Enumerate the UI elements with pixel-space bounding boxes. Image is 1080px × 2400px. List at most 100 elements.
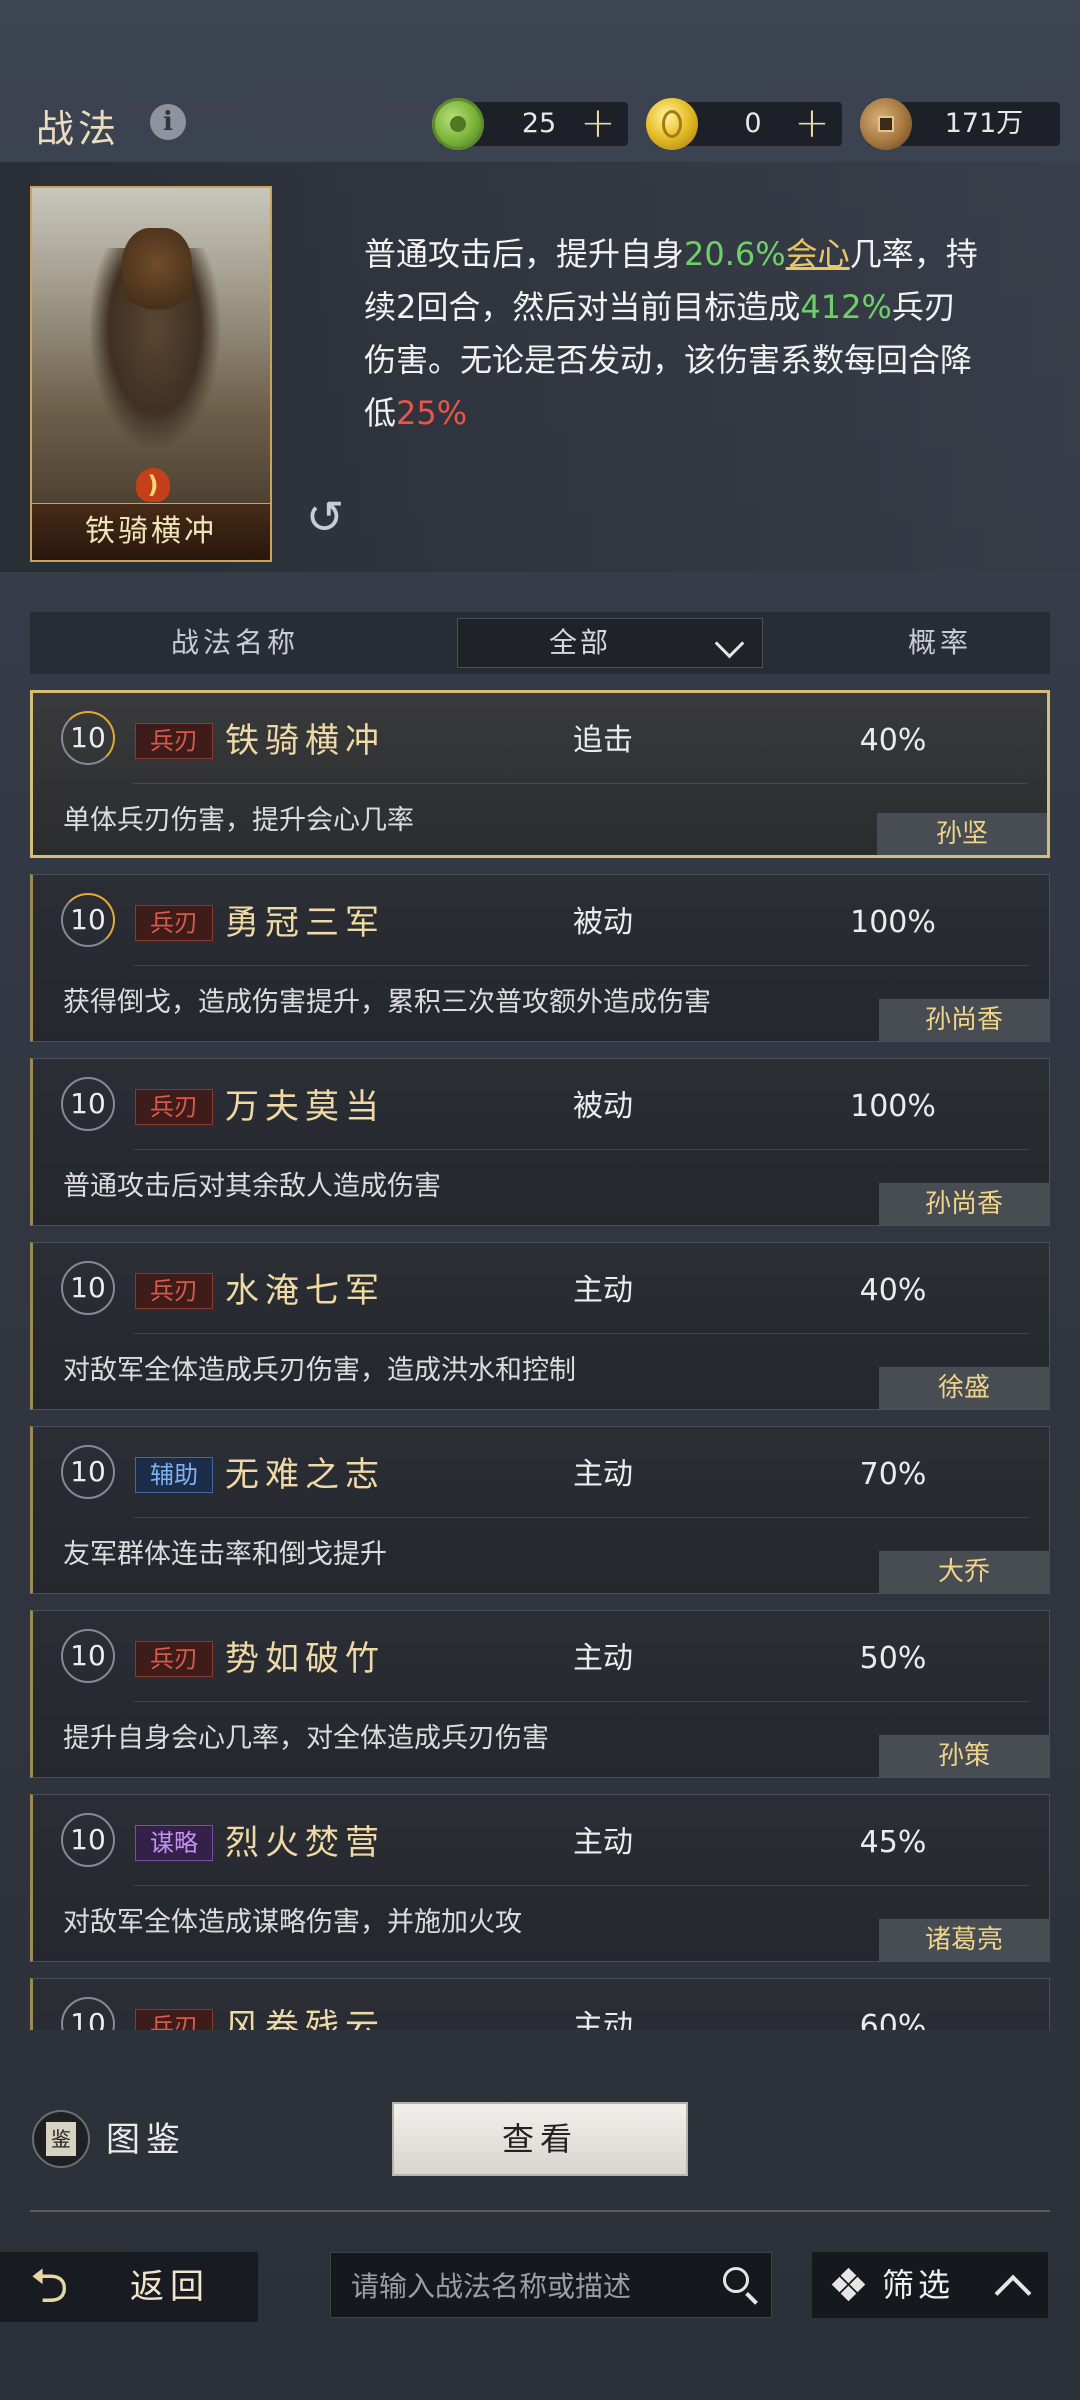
skill-probability: 100% [850,905,936,940]
skill-row[interactable]: 10 谋略 烈火焚营 主动 45% 对敌军全体造成谋略伤害，并施加火攻 诸葛亮 [30,1794,1050,1962]
skill-row[interactable]: 10 兵刃 勇冠三军 被动 100% 获得倒戈，造成伤害提升，累积三次普攻额外造… [30,874,1050,1042]
bottom-divider [30,2210,1050,2212]
gold-resource: 0 + [646,98,842,150]
list-header: 战法名称 全部 概率 [30,612,1050,674]
skill-name: 烈火焚营 [225,1823,385,1863]
type-tag: 兵刃 [135,2009,213,2030]
type-tag: 兵刃 [135,1641,213,1677]
back-arrow-icon: ⮌ [30,2258,69,2314]
level-badge: 10 [61,1813,115,1867]
skill-name: 风卷残云 [225,2007,385,2030]
gold-add-button[interactable]: + [790,102,834,144]
skill-probability: 50% [859,1641,927,1676]
filter-label: 筛选 [882,2266,955,2304]
skill-kind: 主动 [573,2009,633,2030]
skill-probability: 60% [859,2009,927,2030]
level-badge: 10 [61,1445,115,1499]
skill-name: 势如破竹 [225,1639,385,1679]
skill-probability: 100% [850,1089,936,1124]
skill-probability: 45% [859,1825,927,1860]
skill-kind: 追击 [573,723,633,758]
hero-tag: 孙坚 [877,813,1047,855]
skill-row[interactable]: 10 兵刃 铁骑横冲 追击 40% 单体兵刃伤害，提升会心几率 孙坚 [30,690,1050,858]
skill-row[interactable]: 10 辅助 无难之志 主动 70% 友军群体连击率和倒戈提升 大乔 [30,1426,1050,1594]
copper-count: 171万 [944,108,1024,139]
jade-coin-icon [432,98,484,150]
skill-list[interactable]: 10 兵刃 铁骑横冲 追击 40% 单体兵刃伤害，提升会心几率 孙坚 10 兵刃… [30,690,1050,2030]
skill-summary: 对敌军全体造成兵刃伤害，造成洪水和控制 [63,1355,576,1386]
skill-kind: 被动 [573,1089,633,1124]
search-bar[interactable] [330,2252,772,2319]
row-divider [133,1517,1029,1518]
skill-description: 普通攻击后，提升自身20.6%会心几率，持续2回合，然后对当前目标造成412%兵… [364,235,978,432]
skill-summary: 提升自身会心几率，对全体造成兵刃伤害 [63,1723,549,1754]
skill-kind: 主动 [573,1273,633,1308]
skill-summary: 友军群体连击率和倒戈提升 [63,1539,387,1570]
skill-kind: 主动 [573,1457,633,1492]
hero-tag: 孙策 [879,1735,1049,1777]
album-label[interactable]: 图鉴 [106,2116,186,2164]
skill-kind: 主动 [573,1825,633,1860]
rotate-icon[interactable]: ↺ [300,492,350,542]
level-badge: 10 [61,1261,115,1315]
skill-probability: 40% [859,1273,927,1308]
type-tag: 兵刃 [135,905,213,941]
info-icon[interactable]: i [150,104,186,140]
type-tag: 谋略 [135,1825,213,1861]
gold-count: 0 [744,108,762,139]
skill-name: 无难之志 [225,1455,385,1495]
skill-kind: 主动 [573,1641,633,1676]
jade-add-button[interactable]: + [576,102,620,144]
level-badge: 10 [61,1997,115,2030]
hero-tag: 大乔 [879,1551,1049,1593]
hero-tag: 诸葛亮 [879,1919,1049,1961]
skill-probability: 40% [859,723,927,758]
type-tag: 兵刃 [135,1273,213,1309]
filter-diamond-icon [831,2267,866,2302]
level-badge: 10 [61,711,115,765]
skill-name: 铁骑横冲 [225,721,385,761]
chevron-down-icon [714,628,745,659]
level-badge: 10 [61,1629,115,1683]
skill-row[interactable]: 10 兵刃 风卷残云 主动 60% [30,1978,1050,2030]
back-button[interactable]: ⮌ 返回 [0,2252,258,2322]
level-badge: 10 [61,1077,115,1131]
jade-resource: 25 + [432,98,628,150]
back-label: 返回 [130,2267,210,2307]
col-skill-name: 战法名称 [170,626,299,659]
view-button[interactable]: 查看 [392,2102,688,2176]
row-divider [133,1885,1029,1886]
type-tag: 辅助 [135,1457,213,1493]
skill-probability: 70% [859,1457,927,1492]
col-probability: 概率 [907,626,972,659]
skill-summary: 普通攻击后对其余敌人造成伤害 [63,1171,441,1202]
card-emblem-icon: ) [136,468,170,502]
filter-button[interactable]: 筛选 [812,2252,1048,2318]
search-icon[interactable] [723,2267,749,2293]
hero-tag: 孙尚香 [879,999,1049,1041]
skill-summary: 获得倒戈，造成伤害提升，累积三次普攻额外造成伤害 [63,987,711,1018]
skill-row[interactable]: 10 兵刃 势如破竹 主动 50% 提升自身会心几率，对全体造成兵刃伤害 孙策 [30,1610,1050,1778]
skill-summary: 单体兵刃伤害，提升会心几率 [63,805,414,836]
copper-coin-icon [860,98,912,150]
row-divider [133,783,1027,784]
skill-name: 万夫莫当 [225,1087,385,1127]
search-input[interactable] [349,2253,703,2319]
hero-tag: 孙尚香 [879,1183,1049,1225]
type-tag: 兵刃 [135,1089,213,1125]
skill-row[interactable]: 10 兵刃 水淹七军 主动 40% 对敌军全体造成兵刃伤害，造成洪水和控制 徐盛 [30,1242,1050,1410]
row-divider [133,965,1029,966]
copper-resource: 171万 [860,98,1060,150]
page-title: 战法 [36,107,121,151]
row-divider [133,1701,1029,1702]
gold-coin-icon [646,98,698,150]
skill-card[interactable]: ) 铁骑横冲 [30,186,272,562]
album-icon[interactable]: 鉴 [32,2110,90,2168]
level-badge: 10 [61,893,115,947]
type-filter-dropdown[interactable]: 全部 [457,618,763,668]
row-divider [133,1149,1029,1150]
card-art-rider [122,228,192,318]
hero-tag: 徐盛 [879,1367,1049,1409]
skill-row[interactable]: 10 兵刃 万夫莫当 被动 100% 普通攻击后对其余敌人造成伤害 孙尚香 [30,1058,1050,1226]
jade-count: 25 [521,108,557,139]
